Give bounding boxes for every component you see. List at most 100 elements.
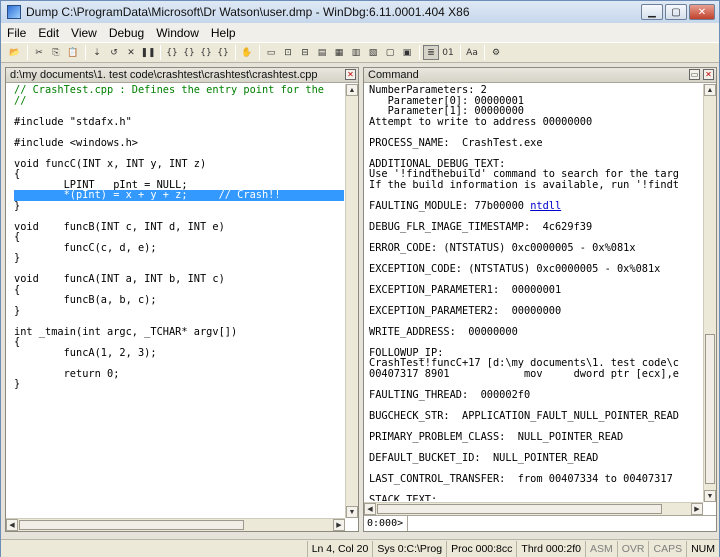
cut-icon[interactable]: ✂ bbox=[31, 45, 47, 60]
command-output-text: PROCESS_NAME: CrashTest.exe bbox=[369, 136, 543, 149]
stop-debugging-icon[interactable]: ✕ bbox=[123, 45, 139, 60]
break-icon[interactable]: ❚❚ bbox=[140, 45, 156, 60]
source-hscroll-thumb[interactable] bbox=[19, 520, 244, 530]
command-output-line: FAULTING_THREAD: 000002f0 bbox=[369, 388, 702, 401]
go-icon[interactable]: ⇣ bbox=[89, 45, 105, 60]
command-output-line: EXCEPTION_PARAMETER2: 00000000 bbox=[369, 305, 702, 317]
command-horizontal-scrollbar[interactable]: ◀ ▶ bbox=[364, 502, 703, 515]
command-output-line: If the build information is available, r… bbox=[369, 179, 702, 191]
status-caps: CAPS bbox=[648, 540, 686, 557]
processes-threads-icon[interactable]: ▣ bbox=[399, 45, 415, 60]
source-code-view[interactable]: // CrashTest.cpp : Defines the entry poi… bbox=[14, 85, 344, 517]
command-vscroll-thumb[interactable] bbox=[705, 334, 715, 484]
scroll-left-icon[interactable]: ◀ bbox=[6, 519, 18, 531]
cmd-scroll-left-icon[interactable]: ◀ bbox=[364, 503, 376, 515]
close-button[interactable]: ✕ bbox=[689, 4, 715, 20]
command-output-line: PRIMARY_PROBLEM_CLASS: NULL_POINTER_READ bbox=[369, 431, 702, 443]
source-close-icon[interactable]: ✕ bbox=[345, 69, 356, 80]
command-output-text: DEBUG_FLR_IMAGE_TIMESTAMP: 4c629f39 bbox=[369, 220, 593, 233]
command-close-icon[interactable]: ✕ bbox=[703, 69, 714, 80]
menu-debug[interactable]: Debug bbox=[103, 26, 150, 40]
options-icon[interactable]: ⚙ bbox=[488, 45, 504, 60]
command-prompt: 0:000> bbox=[364, 516, 408, 531]
open-icon[interactable]: 📂 bbox=[7, 45, 23, 60]
source-vertical-scrollbar[interactable]: ▲ ▼ bbox=[345, 84, 358, 518]
watch-window-icon[interactable]: ⊡ bbox=[280, 45, 296, 60]
command-dock-icon[interactable]: ▭ bbox=[689, 69, 700, 80]
menu-bar: File Edit View Debug Window Help bbox=[1, 23, 719, 42]
module-link[interactable]: ntdll bbox=[530, 200, 561, 212]
call-stack-window-icon[interactable]: ▥ bbox=[348, 45, 364, 60]
source-line bbox=[14, 148, 344, 159]
source-line: void funcC(INT x, INT y, INT z) bbox=[14, 157, 207, 170]
source-line bbox=[14, 358, 344, 369]
font-icon[interactable]: Aa bbox=[464, 45, 480, 60]
status-asm: ASM bbox=[584, 540, 617, 557]
source-line: void funcB(INT c, INT d, INT e) bbox=[14, 220, 225, 233]
menu-edit[interactable]: Edit bbox=[32, 26, 65, 40]
source-line bbox=[14, 211, 344, 222]
scratch-pad-icon[interactable]: ▢ bbox=[382, 45, 398, 60]
memory-window-icon[interactable]: ▦ bbox=[331, 45, 347, 60]
locals-window-icon[interactable]: ⊟ bbox=[297, 45, 313, 60]
hex-display-icon[interactable]: 01 bbox=[440, 45, 456, 60]
maximize-button[interactable]: ▢ bbox=[665, 4, 687, 20]
menu-help[interactable]: Help bbox=[205, 26, 242, 40]
menu-view[interactable]: View bbox=[65, 26, 103, 40]
source-line: } bbox=[14, 199, 21, 212]
command-input[interactable] bbox=[408, 516, 716, 531]
cmd-scroll-down-icon[interactable]: ▼ bbox=[704, 490, 716, 502]
step-over-icon[interactable]: {} bbox=[181, 45, 197, 60]
maximize-icon: ▢ bbox=[671, 6, 681, 18]
source-line: funcA(1, 2, 3); bbox=[14, 346, 157, 359]
paste-icon[interactable]: 📋 bbox=[65, 45, 81, 60]
cmd-scroll-right-icon[interactable]: ▶ bbox=[691, 503, 703, 515]
source-horizontal-scrollbar[interactable]: ◀ ▶ bbox=[6, 518, 345, 531]
command-output[interactable]: NumberParameters: 2 Parameter[0]: 000000… bbox=[369, 85, 702, 501]
minimize-icon: ▁ bbox=[648, 6, 656, 18]
command-output-text: FAULTING_THREAD: 000002f0 bbox=[369, 388, 531, 401]
close-icon: ✕ bbox=[697, 6, 707, 18]
command-output-text: Attempt to write to address 00000000 bbox=[369, 115, 593, 128]
toolbar-separator bbox=[235, 45, 236, 60]
status-process: Proc 000:8cc bbox=[446, 540, 516, 557]
status-num: NUM bbox=[686, 540, 719, 557]
source-line: return 0; bbox=[14, 367, 120, 380]
windbg-window: Dump C:\ProgramData\Microsoft\Dr Watson\… bbox=[0, 0, 720, 557]
command-output-line: WRITE_ADDRESS: 00000000 bbox=[369, 326, 702, 338]
status-position: Ln 4, Col 20 bbox=[306, 540, 373, 557]
command-hscroll-thumb[interactable] bbox=[377, 504, 662, 514]
breakpoint-icon[interactable]: ✋ bbox=[239, 45, 255, 60]
scroll-up-icon[interactable]: ▲ bbox=[346, 84, 358, 96]
source-line bbox=[14, 316, 344, 327]
source-mode-icon[interactable]: ≣ bbox=[423, 45, 439, 60]
source-pane-header: d:\my documents\1. test code\crashtest\c… bbox=[6, 68, 358, 83]
step-into-icon[interactable]: {} bbox=[164, 45, 180, 60]
toolbar-separator bbox=[160, 45, 161, 60]
menu-file[interactable]: File bbox=[1, 26, 32, 40]
toolbar: 📂 ✂ ⎘ 📋 ⇣ ↺ ✕ ❚❚{}{}{}{} ✋ ▭ ⊡ ⊟ ▤ ▦ ▥ ▧ ▢ ▣ ≣ 01 Aa ⚙ bbox=[1, 42, 719, 63]
source-line: // bbox=[14, 94, 27, 107]
scroll-down-icon[interactable]: ▼ bbox=[346, 506, 358, 518]
command-window-icon[interactable]: ▭ bbox=[263, 45, 279, 60]
source-line-cursor: #include "stdafx.h" bbox=[14, 115, 132, 128]
copy-icon[interactable]: ⎘ bbox=[48, 45, 64, 60]
command-output-line: PROCESS_NAME: CrashTest.exe bbox=[369, 136, 702, 149]
cmd-scroll-up-icon[interactable]: ▲ bbox=[704, 84, 716, 96]
command-vertical-scrollbar[interactable]: ▲ ▼ bbox=[703, 84, 716, 502]
registers-window-icon[interactable]: ▤ bbox=[314, 45, 330, 60]
source-line bbox=[14, 106, 344, 117]
menu-window[interactable]: Window bbox=[150, 26, 205, 40]
restart-icon[interactable]: ↺ bbox=[106, 45, 122, 60]
step-out-icon[interactable]: {} bbox=[198, 45, 214, 60]
title-bar[interactable]: Dump C:\ProgramData\Microsoft\Dr Watson\… bbox=[1, 1, 719, 23]
command-output-text: EXCEPTION_PARAMETER1: 00000001 bbox=[369, 283, 562, 296]
source-line: // CrashTest.cpp : Defines the entry poi… bbox=[14, 85, 324, 96]
run-to-cursor-icon[interactable]: {} bbox=[215, 45, 231, 60]
command-output-line: BUGCHECK_STR: APPLICATION_FAULT_NULL_POI… bbox=[369, 410, 702, 422]
command-output-line: FAULTING_MODULE: 77b00000 ntdll bbox=[369, 200, 702, 212]
source-line: void funcA(INT a, INT b, INT c) bbox=[14, 273, 225, 285]
scroll-right-icon[interactable]: ▶ bbox=[333, 519, 345, 531]
minimize-button[interactable]: ▁ bbox=[641, 4, 663, 20]
disassembly-window-icon[interactable]: ▧ bbox=[365, 45, 381, 60]
